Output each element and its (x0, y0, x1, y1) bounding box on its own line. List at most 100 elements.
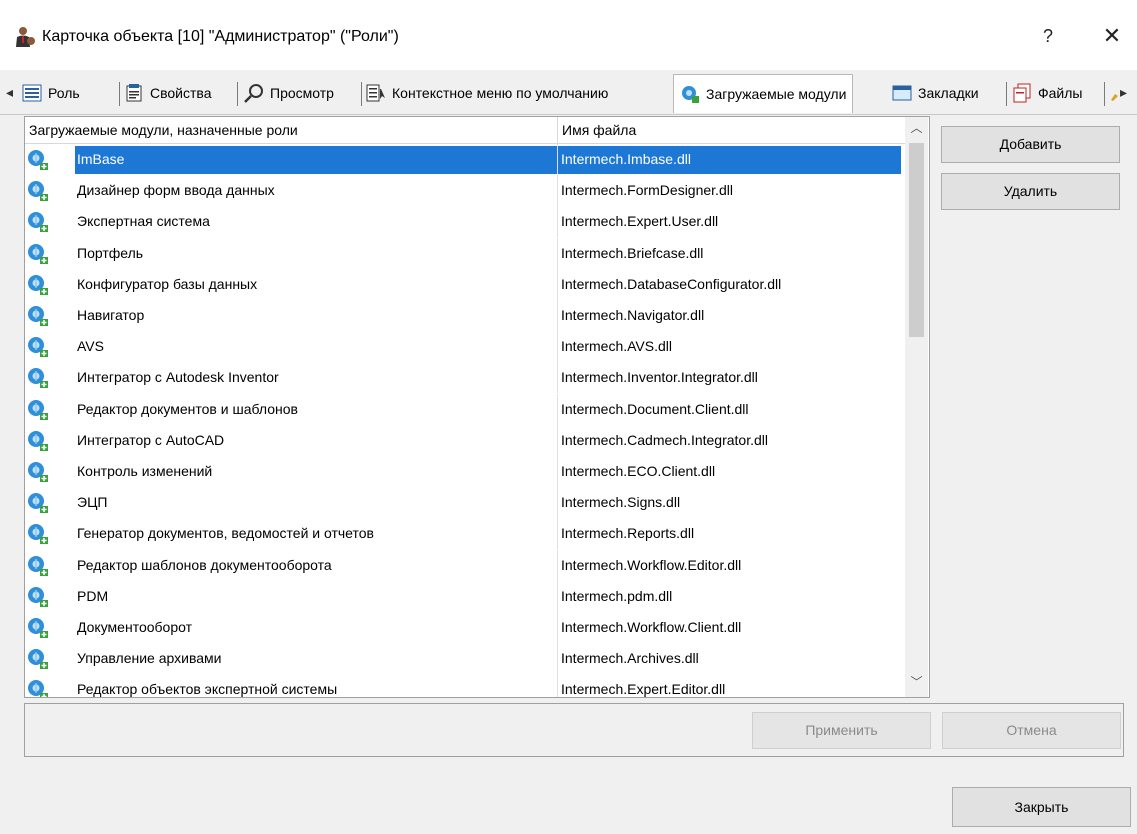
tab-context-menu[interactable]: Контекстное меню по умолчанию (366, 76, 608, 110)
module-name: Редактор документов и шаблонов (77, 400, 298, 417)
module-name: Портфель (77, 244, 144, 261)
table-row[interactable]: Генератор документов, ведомостей и отчет… (25, 518, 905, 550)
tab-role[interactable]: Роль (22, 76, 80, 110)
apply-button[interactable]: Применить (752, 712, 931, 749)
tab-divider (1006, 82, 1007, 106)
delete-button[interactable]: Удалить (941, 173, 1120, 210)
module-name: ImBase (77, 151, 125, 167)
table-row[interactable]: Интегратор с AutoCAD Intermech.Cadmech.In… (25, 424, 905, 456)
table-row[interactable]: Портфель Intermech.Briefcase.dll (25, 237, 905, 269)
tab-divider (1104, 82, 1105, 106)
table-row[interactable]: AVS Intermech.AVS.dll (25, 331, 905, 363)
vertical-scrollbar[interactable]: ︿ ﹀ (905, 117, 928, 697)
scroll-up-icon[interactable]: ︿ (905, 119, 928, 139)
module-icon (28, 555, 48, 576)
module-name: Редактор шаблонов документооборота (77, 556, 332, 573)
tab-files[interactable]: Файлы (1012, 76, 1082, 110)
tab-preview[interactable]: Просмотр (244, 76, 334, 110)
help-button[interactable]: ? (1030, 20, 1066, 52)
add-button[interactable]: Добавить (941, 126, 1120, 163)
table-row[interactable]: Экспертная система Intermech.Expert.User.… (25, 206, 905, 238)
module-icon (28, 430, 48, 451)
table-row[interactable]: PDM Intermech.pdm.dll (25, 580, 905, 612)
scroll-down-icon[interactable]: ﹀ (905, 673, 928, 693)
table-row[interactable]: Дизайнер форм ввода данных Intermech.Form… (25, 175, 905, 207)
cancel-button[interactable]: Отмена (942, 712, 1121, 749)
module-name: Навигатор (77, 307, 145, 323)
table-row[interactable]: Интегратор с Autodesk Inventor Intermech.… (25, 362, 905, 394)
table-row[interactable]: Редактор шаблонов документооборота Interm… (25, 549, 905, 581)
module-icon (28, 306, 48, 326)
table-row[interactable]: ЭЦП Intermech.Signs.dll (25, 487, 905, 519)
module-file: Intermech.pdm.dll (557, 580, 901, 612)
module-name: Контроль изменений (77, 463, 213, 479)
module-icon (28, 243, 48, 264)
module-name: Интегратор с Autodesk Inventor (77, 369, 279, 386)
tab-strip: ◂ Роль Свойства Просмотр Контекстное мен… (0, 70, 1137, 115)
tab-label: Закладки (918, 85, 979, 101)
table-row[interactable]: Редактор объектов экспертной системы Inte… (25, 674, 905, 698)
module-file: Intermech.Expert.User.dll (557, 206, 901, 238)
tab-label: Просмотр (270, 85, 334, 101)
scrollbar-thumb[interactable] (909, 143, 924, 337)
user-role-icon (16, 27, 35, 47)
table-row[interactable]: Управление архивами Intermech.Archives.dl… (25, 643, 905, 675)
module-name: PDM (77, 587, 109, 604)
module-file: Intermech.Signs.dll (557, 487, 901, 519)
module-name: ЭЦП (77, 494, 108, 511)
table-header: Загружаемые модули, назначенные роли Имя… (25, 117, 905, 144)
column-header-module[interactable]: Загружаемые модули, назначенные роли (29, 122, 298, 138)
table-row[interactable]: Документооборот Intermech.Workflow.Client… (25, 612, 905, 643)
module-file: Intermech.Archives.dll (557, 643, 901, 675)
tab-divider (361, 82, 362, 106)
module-file: Intermech.FormDesigner.dll (557, 175, 901, 207)
table-row[interactable]: Навигатор Intermech.Navigator.dll (25, 300, 905, 331)
module-file: Intermech.Cadmech.Integrator.dll (557, 424, 901, 456)
module-file: Intermech.Document.Client.dll (557, 393, 901, 425)
table-row[interactable]: ImBase Intermech.Imbase.dll (25, 144, 905, 175)
module-icon (28, 493, 48, 514)
tab-scroll-right-icon[interactable]: ▸ (1120, 84, 1127, 101)
module-icon (28, 399, 48, 420)
table-row[interactable]: Редактор документов и шаблонов Intermech.… (25, 393, 905, 425)
module-name: Редактор объектов экспертной системы (77, 681, 338, 698)
table-row[interactable]: Конфигуратор базы данных Intermech.Databa… (25, 268, 905, 300)
tab-properties[interactable]: Свойства (124, 76, 211, 110)
module-icon (28, 586, 48, 607)
tab-scroll-left-icon[interactable]: ◂ (6, 84, 13, 101)
table-row[interactable]: Контроль изменений Intermech.ECO.Client.d… (25, 456, 905, 487)
window-title: Карточка объекта [10] "Администратор" ("… (42, 28, 399, 45)
context-menu-icon (366, 84, 385, 102)
role-list-icon (22, 84, 42, 102)
module-icon (28, 337, 48, 358)
tab-label: Свойства (150, 85, 212, 101)
module-name: Управление архивами (77, 650, 222, 667)
title-bar: Карточка объекта [10] "Администратор" ("… (0, 0, 1137, 70)
bookmarks-icon (892, 85, 912, 101)
module-file: Intermech.Navigator.dll (557, 300, 901, 331)
properties-icon (126, 84, 142, 102)
module-icon (28, 368, 48, 389)
module-name: Дизайнер форм ввода данных (77, 182, 275, 199)
module-icon (28, 462, 48, 482)
tab-label: Загружаемые модули (706, 86, 847, 102)
column-header-file[interactable]: Имя файла (557, 117, 636, 143)
tab-bookmarks[interactable]: Закладки (892, 76, 979, 110)
magnifier-icon (244, 84, 263, 103)
module-file: Intermech.AVS.dll (557, 331, 901, 363)
module-file: Intermech.Imbase.dll (557, 144, 901, 175)
module-file: Intermech.DatabaseConfigurator.dll (557, 268, 901, 300)
module-name: AVS (77, 338, 104, 355)
close-button[interactable]: Закрыть (952, 787, 1131, 827)
tab-label: Файлы (1038, 85, 1083, 101)
module-icon (28, 181, 48, 202)
module-file: Intermech.Expert.Editor.dll (557, 674, 901, 697)
module-name: Генератор документов, ведомостей и отчет… (77, 525, 374, 542)
window-frame (0, 70, 8, 834)
module-file: Intermech.Briefcase.dll (557, 237, 901, 269)
module-file: Intermech.ECO.Client.dll (557, 456, 901, 487)
modules-table[interactable]: Загружаемые модули, назначенные роли Имя… (24, 116, 930, 698)
tab-loaded-modules[interactable]: Загружаемые модули (673, 74, 854, 113)
close-window-button[interactable]: ✕ (1094, 20, 1130, 52)
module-icon (28, 680, 48, 697)
